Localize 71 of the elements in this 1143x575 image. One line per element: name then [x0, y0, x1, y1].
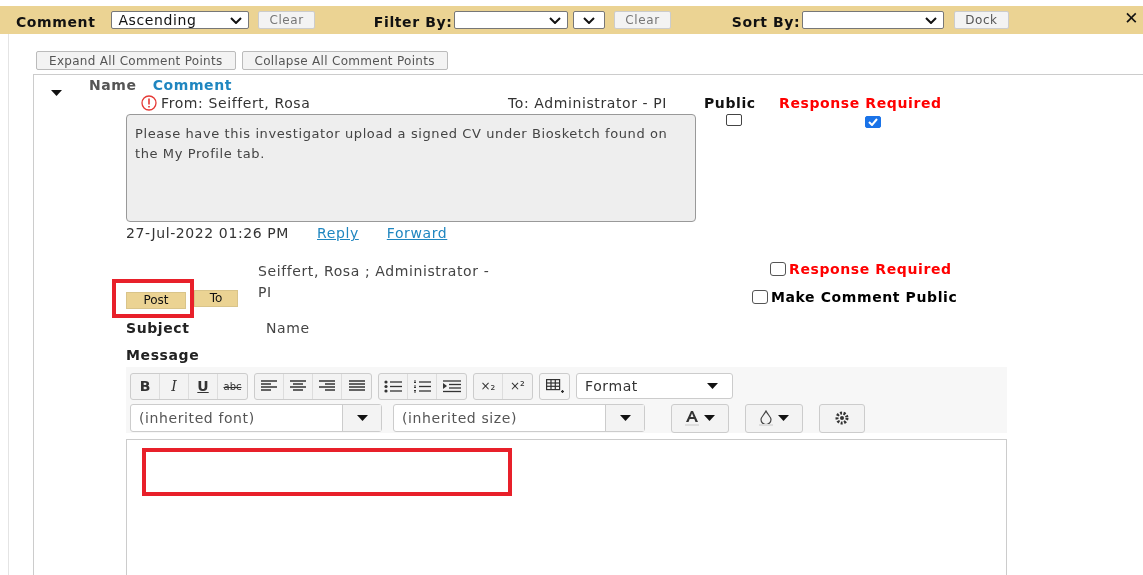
align-left-icon [261, 380, 277, 392]
message-label: Message [126, 347, 201, 363]
format-button[interactable]: U [189, 373, 218, 399]
recipients-text: Seiffert, Rosa ; Administrator - PI [258, 262, 491, 302]
caret-icon [778, 415, 789, 421]
gear-icon [833, 410, 851, 426]
filter-select[interactable] [454, 11, 569, 29]
droplet-icon [759, 410, 773, 426]
format-select[interactable]: Format [576, 373, 733, 399]
background-color-button[interactable] [745, 403, 803, 433]
indent-icon [442, 379, 461, 393]
caret-icon [619, 415, 631, 421]
filter-label: Filter By: [373, 14, 453, 30]
comment-date: 27-Jul-2022 01:26 PM [126, 225, 289, 241]
script-button[interactable]: ×² [503, 373, 532, 399]
format-button[interactable]: I [160, 373, 189, 399]
justify-icon [348, 380, 365, 392]
make-public-label: Make Comment Public [771, 289, 958, 305]
sort-select[interactable] [802, 11, 945, 29]
alert-icon [141, 95, 157, 111]
comment-link[interactable]: Reply [317, 225, 359, 241]
public-label: Public [704, 95, 757, 111]
caret-icon [356, 415, 368, 421]
chevron-icon [583, 16, 596, 24]
text-color-button[interactable] [671, 403, 729, 433]
script-button[interactable]: ×₂ [474, 373, 503, 399]
clear-button[interactable]: Clear [258, 11, 315, 29]
comment-text: Please have this investigator upload a signed CV under Biosketch found on the My Profile tab. [126, 114, 696, 222]
comment-recipient: To: Administrator - PI [508, 95, 669, 111]
subject-label: Subject [126, 320, 191, 336]
message-editor[interactable] [126, 439, 1007, 575]
tab[interactable]: Post [126, 292, 186, 309]
clear-button[interactable]: Clear [614, 11, 671, 29]
column-header: Name [89, 77, 137, 93]
size-select[interactable]: (inherited size) [393, 404, 645, 432]
response-required-checkbox[interactable] [770, 262, 786, 276]
public-checkbox[interactable] [726, 114, 742, 126]
response-required-checkbox[interactable] [865, 116, 881, 128]
response-required-label: Response Required [789, 261, 952, 277]
align-center-icon [290, 380, 306, 392]
chevron-icon [925, 16, 938, 24]
filter-option-select[interactable] [573, 11, 606, 29]
subject-value: Name [266, 320, 310, 336]
caret-icon [707, 383, 718, 389]
bulleted-list-icon [384, 379, 402, 393]
dock-button[interactable]: Dock [954, 11, 1009, 29]
table-button[interactable] [539, 372, 570, 400]
format-button[interactable]: abc [218, 373, 247, 399]
close-icon[interactable]: ✕ [1124, 8, 1139, 28]
settings-button[interactable] [819, 403, 865, 433]
tree-action-button[interactable]: Expand All Comment Points [36, 51, 236, 70]
text-color-icon [685, 410, 699, 426]
chevron-icon [549, 16, 562, 24]
tab[interactable]: To [194, 290, 238, 307]
sort-label: Sort By: [731, 14, 801, 30]
tree-action-button[interactable]: Collapse All Comment Points [241, 51, 448, 70]
response-required-label: Response Required [779, 95, 942, 111]
align-right-icon [319, 380, 335, 392]
column-header: Comment [152, 77, 233, 93]
table-icon [545, 378, 564, 394]
chevron-icon [230, 16, 243, 24]
numbered-list-icon [413, 379, 431, 393]
format-button[interactable]: B [131, 373, 160, 399]
collapse-icon [51, 90, 62, 96]
order-select[interactable]: Ascending [111, 11, 250, 29]
panel-title: Comment [16, 14, 96, 30]
comment-link[interactable]: Forward [386, 225, 448, 241]
caret-icon [704, 415, 715, 421]
make-public-checkbox[interactable] [752, 290, 768, 304]
comment-sender: From: Seiffert, Rosa [161, 95, 311, 111]
font-select[interactable]: (inherited font) [130, 404, 382, 432]
